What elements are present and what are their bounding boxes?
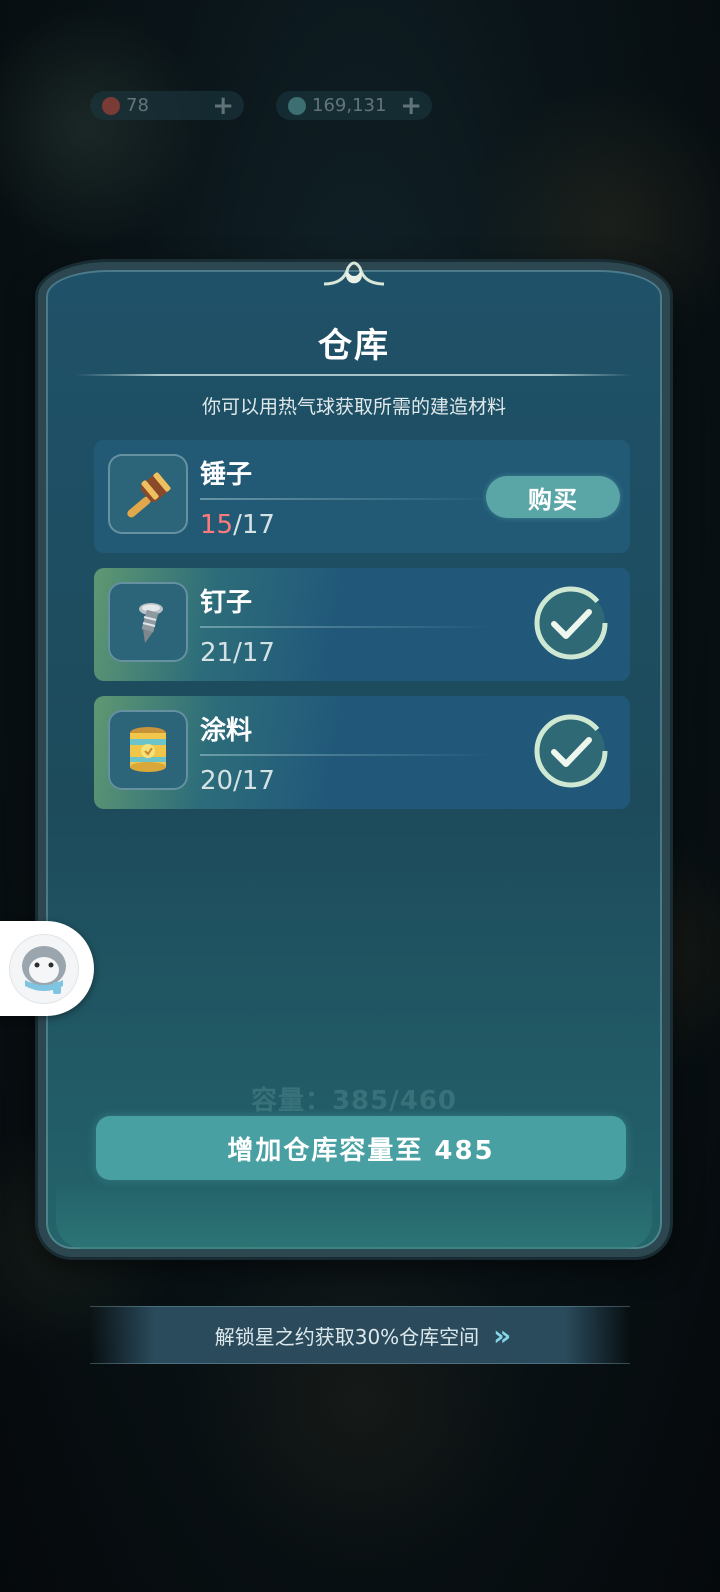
material-have: 20 — [200, 766, 234, 796]
panel-subtitle: 你可以用热气球获取所需的建造材料 — [201, 396, 506, 418]
assistant-bubble[interactable] — [0, 921, 94, 1016]
title-divider — [76, 374, 632, 376]
capacity-label: 容量：385/460 — [250, 1086, 458, 1116]
panel-footer-decoration — [56, 1179, 652, 1249]
material-row-paint: 涂料 20/17 — [94, 696, 630, 809]
ruby-count: 78 — [126, 95, 149, 116]
ruby-currency: 78 + — [90, 91, 244, 120]
paint-bucket-icon — [108, 710, 188, 790]
material-name: 钉子 — [200, 588, 253, 618]
material-name: 锤子 — [200, 460, 253, 490]
check-icon — [534, 714, 608, 788]
warehouse-panel: 仓库 你可以用热气球获取所需的建造材料 锤子 15/17 购买 钉子 21/17… — [38, 261, 670, 1257]
row-divider — [200, 626, 490, 628]
add-gem-button[interactable]: + — [400, 93, 422, 119]
material-row-hammer: 锤子 15/17 购买 — [94, 440, 630, 553]
material-name: 涂料 — [200, 716, 253, 746]
penguin-avatar-icon — [9, 933, 79, 1004]
material-have: 21 — [200, 638, 234, 668]
expand-capacity-button[interactable]: 增加仓库容量至 485 — [96, 1116, 626, 1180]
material-count: 15/17 — [200, 510, 275, 540]
unlock-banner[interactable]: 解锁星之约获取30%仓库空间 » — [90, 1306, 630, 1364]
gem-currency: 169,131 + — [276, 91, 432, 120]
gem-icon — [288, 96, 306, 115]
banner-text: 解锁星之约获取30%仓库空间 — [214, 1324, 480, 1349]
double-chevron-right-icon: » — [493, 1318, 511, 1352]
row-divider — [200, 754, 490, 756]
nail-icon — [108, 582, 188, 662]
hammer-icon — [108, 454, 188, 534]
ruby-icon — [102, 96, 120, 115]
material-count: 21/17 — [200, 638, 275, 668]
material-row-nail: 钉子 21/17 — [94, 568, 630, 681]
add-ruby-button[interactable]: + — [212, 93, 234, 119]
buy-button[interactable]: 购买 — [486, 476, 620, 518]
page-title: 仓库 — [318, 326, 390, 366]
gem-count: 169,131 — [312, 95, 387, 116]
material-need: /17 — [233, 638, 275, 668]
moon-ornament-icon — [324, 261, 384, 286]
material-need: /17 — [233, 510, 275, 540]
material-need: /17 — [233, 766, 275, 796]
material-have: 15 — [200, 510, 234, 540]
check-icon — [534, 586, 608, 660]
material-count: 20/17 — [200, 766, 275, 796]
row-divider — [200, 498, 490, 500]
